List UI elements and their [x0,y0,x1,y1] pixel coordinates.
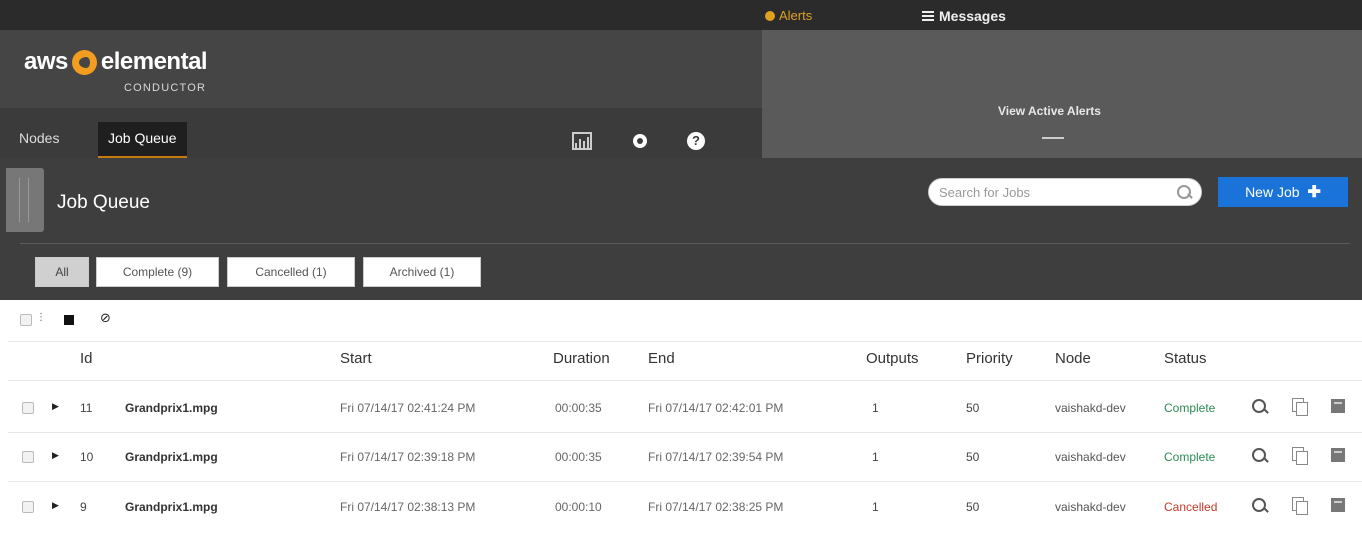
job-duration: 00:00:35 [555,401,602,415]
divider [8,432,1362,433]
filter-cancelled[interactable]: Cancelled (1) [227,257,355,287]
filter-all[interactable]: All [35,257,89,287]
column-header-outputs[interactable]: Outputs [866,350,919,367]
stop-icon[interactable] [64,315,74,325]
table-row[interactable]: ▶ 10 Grandprix1.mpg Fri 07/14/17 02:39:1… [0,447,1362,498]
plus-icon: ✚ [1307,184,1321,201]
column-header-duration[interactable]: Duration [553,350,610,367]
job-name[interactable]: Grandprix1.mpg [125,450,218,464]
page-title: Job Queue [57,192,150,213]
duplicate-job-icon[interactable] [1290,497,1308,515]
select-menu-caret-icon[interactable]: ⋮ [36,312,46,323]
list-icon [922,11,934,21]
table-row[interactable]: ▶ 9 Grandprix1.mpg Fri 07/14/17 02:38:13… [0,497,1362,533]
row-checkbox[interactable] [22,501,34,513]
column-header-end[interactable]: End [648,350,675,367]
job-end: Fri 07/14/17 02:42:01 PM [648,401,784,415]
column-header-status[interactable]: Status [1164,350,1207,367]
expand-arrow-icon[interactable]: ▶ [52,500,59,511]
job-status: Complete [1164,450,1216,464]
product-name: CONDUCTOR [124,82,207,94]
job-end: Fri 07/14/17 02:38:25 PM [648,500,784,514]
job-outputs: 1 [872,401,879,415]
messages-tab-label: Messages [939,8,1006,24]
column-header-node[interactable]: Node [1055,350,1091,367]
header-divider [20,243,1350,244]
view-job-icon[interactable] [1252,448,1268,464]
job-id: 11 [80,401,93,415]
nav-item-nodes[interactable]: Nodes [19,130,59,146]
view-active-alerts-link[interactable]: View Active Alerts [998,104,1101,118]
search-icon[interactable] [1177,185,1191,199]
divider [8,380,1362,381]
job-name[interactable]: Grandprix1.mpg [125,500,218,514]
job-node: vaishakd-dev [1055,500,1126,514]
bar-chart-icon[interactable] [572,132,592,150]
job-outputs: 1 [872,500,879,514]
archive-job-icon[interactable] [1331,399,1345,413]
job-end: Fri 07/14/17 02:39:54 PM [648,450,784,464]
logo-mark-icon [71,49,97,75]
job-duration: 00:00:35 [555,450,602,464]
job-start: Fri 07/14/17 02:41:24 PM [340,401,476,415]
column-header-start[interactable]: Start [340,350,372,367]
view-job-icon[interactable] [1252,498,1268,514]
row-checkbox[interactable] [22,451,34,463]
gear-icon[interactable] [630,132,650,150]
job-id: 10 [80,450,94,464]
nav-item-job-queue[interactable]: Job Queue [98,122,187,158]
top-bar [0,0,1362,30]
filter-complete[interactable]: Complete (9) [96,257,219,287]
job-status: Cancelled [1164,500,1218,514]
job-start: Fri 07/14/17 02:39:18 PM [340,450,476,464]
main-nav: Nodes Job Queue ? [0,108,762,158]
new-job-button[interactable]: New Job ✚ [1218,177,1348,207]
archive-job-icon[interactable] [1331,498,1345,512]
job-outputs: 1 [872,450,879,464]
select-all-checkbox[interactable] [20,314,32,326]
job-start: Fri 07/14/17 02:38:13 PM [340,500,476,514]
job-name[interactable]: Grandprix1.mpg [125,401,218,415]
search-input[interactable] [939,184,1177,200]
column-header-priority[interactable]: Priority [966,350,1013,367]
help-icon[interactable]: ? [686,132,706,150]
expand-arrow-icon[interactable]: ▶ [52,401,59,412]
job-duration: 00:00:10 [555,500,602,514]
duplicate-job-icon[interactable] [1290,447,1308,465]
job-node: vaishakd-dev [1055,401,1126,415]
aws-elemental-logo: aws elemental [24,48,208,76]
divider [8,341,1362,342]
cancel-icon[interactable]: ⊘ [100,310,111,326]
warning-icon [765,10,775,21]
job-priority: 50 [966,500,980,514]
logo-text-aws: aws [24,48,68,75]
job-id: 9 [80,500,87,514]
expand-arrow-icon[interactable]: ▶ [52,450,59,461]
archive-job-icon[interactable] [1331,448,1345,462]
filter-archived[interactable]: Archived (1) [363,257,481,287]
duplicate-job-icon[interactable] [1290,398,1308,416]
table-row[interactable]: ▶ 11 Grandprix1.mpg Fri 07/14/17 02:41:2… [0,398,1362,449]
job-node: vaishakd-dev [1055,450,1126,464]
alerts-indicator [1042,137,1064,139]
messages-tab[interactable]: Messages [922,8,1006,24]
alerts-tab[interactable]: Alerts [765,8,812,23]
divider [8,481,1362,482]
brand-header: aws elemental CONDUCTOR [0,30,762,108]
job-status: Complete [1164,401,1216,415]
column-header-id[interactable]: Id [80,350,93,367]
new-job-label: New Job [1245,184,1300,200]
job-priority: 50 [966,450,980,464]
row-checkbox[interactable] [22,402,34,414]
logo-text-elemental: elemental [100,48,208,75]
sidebar-toggle[interactable] [6,168,44,232]
alerts-tab-label: Alerts [779,8,813,23]
job-priority: 50 [966,401,980,415]
view-job-icon[interactable] [1252,399,1268,415]
table-toolbar [0,300,1362,342]
search-box[interactable] [928,178,1202,206]
